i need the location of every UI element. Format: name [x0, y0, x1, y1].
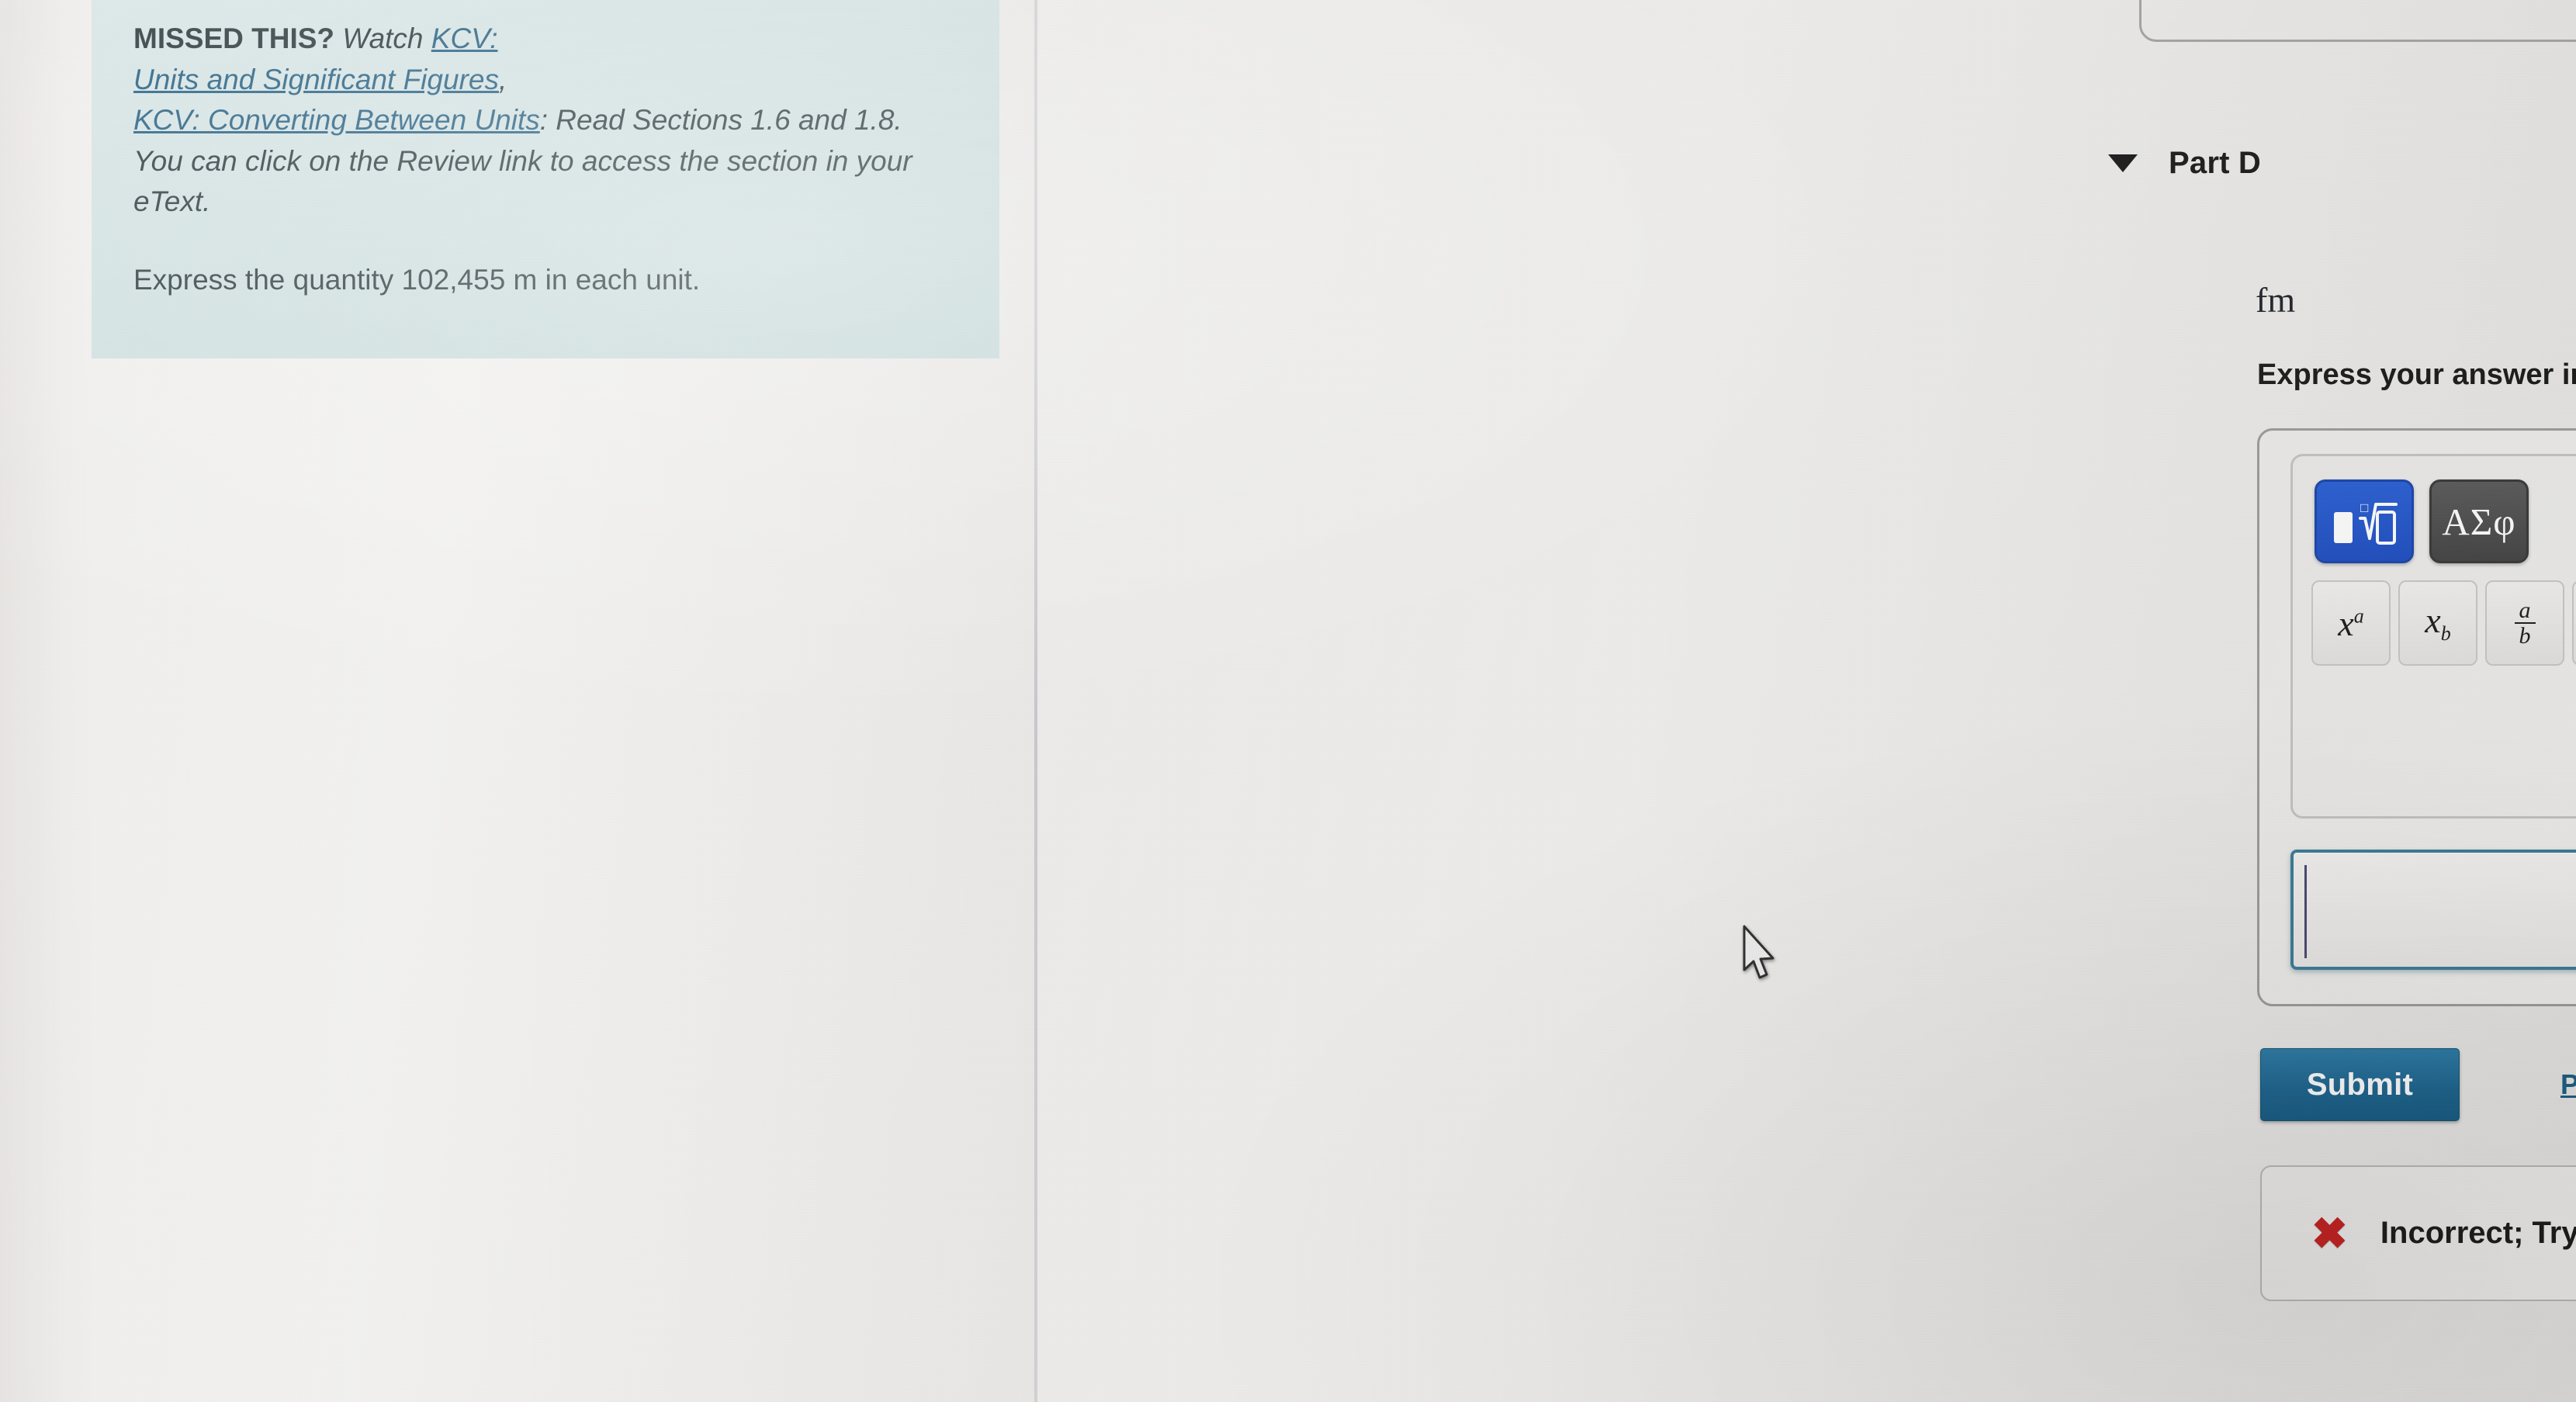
greek-symbols-mode-button[interactable]: ΑΣφ: [2429, 479, 2529, 563]
hint-comma: ,: [498, 63, 507, 95]
subscript-button[interactable]: xb: [2398, 580, 2477, 666]
fraction-button[interactable]: a b: [2485, 580, 2564, 666]
text-caret: [2304, 865, 2307, 958]
part-unit-echo: fm: [2256, 280, 2296, 320]
submit-button[interactable]: Submit: [2260, 1048, 2460, 1121]
missed-this-label: MISSED THIS?: [133, 23, 335, 54]
svg-text:□: □: [2360, 500, 2368, 515]
kcv-converting-link[interactable]: KCV: Converting Between Units: [133, 104, 540, 136]
feedback-message: Incorrect; Try Again; 2 attempts remaini…: [2380, 1216, 2576, 1250]
watch-label: Watch: [342, 23, 424, 54]
express-quantity-text: Express the quantity 102,455 m in each u…: [133, 263, 701, 296]
mouse-pointer-icon: [1743, 925, 1774, 979]
palette-symbol-row: xa xb a b x: [2311, 580, 2576, 666]
right-question-column: Part D fm Express your answer in femtome…: [1037, 0, 2576, 1402]
answer-input[interactable]: [2290, 850, 2576, 970]
math-palette: □ ΑΣφ xa xb a b: [2290, 454, 2576, 819]
caret-down-icon[interactable]: [2108, 154, 2138, 172]
hint-paragraph: MISSED THIS? Watch KCV: Units and Signif…: [133, 19, 957, 223]
kcv-units-link-part1[interactable]: KCV:: [431, 23, 498, 54]
greek-mode-label: ΑΣφ: [2442, 500, 2516, 543]
math-template-icon: □: [2334, 500, 2398, 545]
palette-mode-row: □ ΑΣφ: [2315, 475, 2576, 568]
superscript-button[interactable]: xa: [2311, 580, 2391, 666]
previous-answers-link[interactable]: Previous Answers: [2560, 1068, 2576, 1101]
left-margin-strip: [0, 0, 92, 1402]
missed-this-hint-box: MISSED THIS? Watch KCV: Units and Signif…: [92, 0, 999, 358]
kcv-units-link-part2[interactable]: Units and Significant Figures: [133, 64, 499, 95]
answer-entry-card: □ ΑΣφ xa xb a b: [2257, 428, 2576, 1006]
answer-instruction: Express your answer in femtometers to si…: [2257, 358, 2576, 391]
part-title: Part D: [2169, 145, 2262, 180]
math-template-mode-button[interactable]: □: [2315, 479, 2414, 563]
feedback-box: ✖ Incorrect; Try Again; 2 attempts remai…: [2260, 1165, 2576, 1301]
part-header[interactable]: Part D: [2108, 132, 2576, 194]
red-x-icon: ✖: [2311, 1208, 2348, 1258]
question-card-top-edge: [2139, 0, 2576, 42]
left-content-column: MISSED THIS? Watch KCV: Units and Signif…: [0, 0, 1037, 1402]
square-root-button[interactable]: x: [2572, 580, 2576, 666]
submit-row: Submit Previous Answers Request Answer: [2260, 1048, 2576, 1121]
